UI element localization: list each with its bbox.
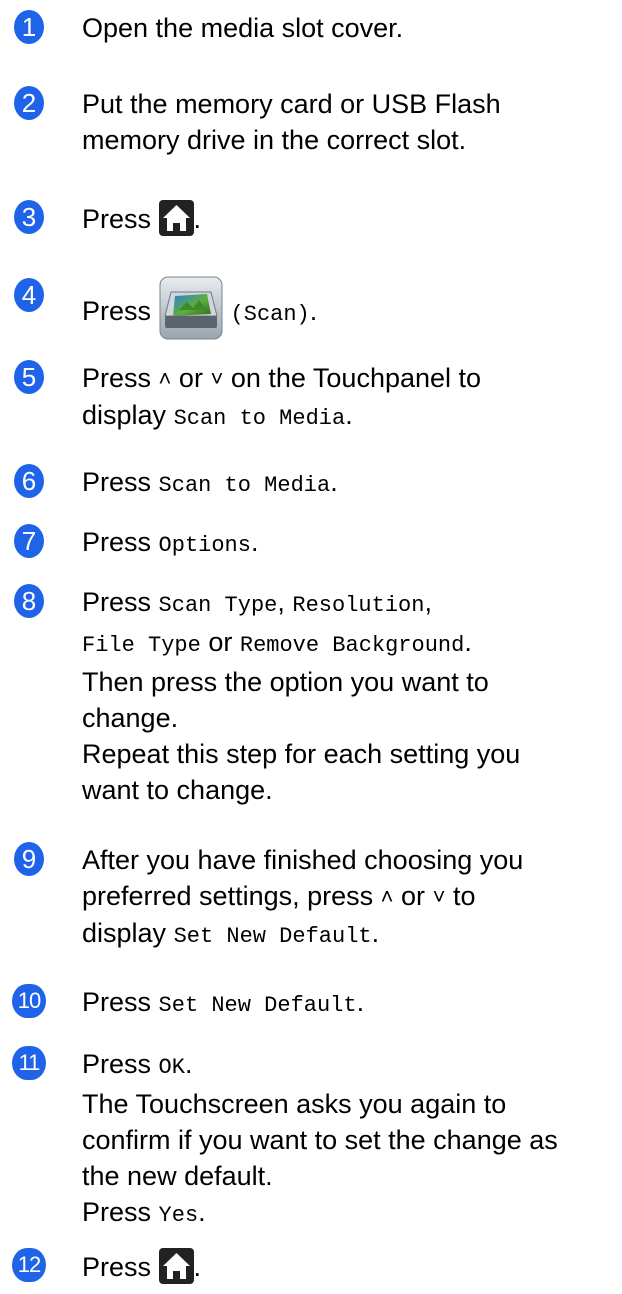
period: . <box>464 627 472 657</box>
step-9: 9 After you have finished choosing you p… <box>0 840 622 960</box>
step-text: Open the media slot cover. <box>82 10 602 46</box>
step-4: 4 Press (Scan). <box>0 258 622 340</box>
press-label: Press <box>82 1049 152 1079</box>
step-11: 11 Press OK. The Touchscreen asks you ag… <box>0 1044 622 1234</box>
step-2: 2 Put the memory card or USB Flash memor… <box>0 84 622 164</box>
scan-icon <box>159 276 223 340</box>
period: . <box>184 1049 193 1079</box>
step-text-line: Put the memory card or USB Flash <box>82 89 501 119</box>
period: . <box>250 527 259 557</box>
step-text-line: Repeat this step for each setting you <box>82 739 521 769</box>
step-text-part: preferred settings, press <box>82 881 374 911</box>
press-label: Press <box>82 987 152 1017</box>
step-text-line: confirm if you want to set the change as <box>82 1125 558 1155</box>
comma: , <box>424 587 432 617</box>
step-8: 8 Press Scan Type, Resolution, File Type… <box>0 582 622 812</box>
step-text: Put the memory card or USB Flash memory … <box>82 86 602 158</box>
step-3: 3 Press . <box>0 196 622 240</box>
home-icon <box>159 1248 194 1284</box>
or-label: or <box>178 363 203 393</box>
press-label: Press <box>82 587 152 617</box>
step-number-badge: 12 <box>12 1248 46 1282</box>
step-text: Press . <box>82 200 602 237</box>
step-5: 5 Press ˄ or ˅ on the Touchpanel to disp… <box>0 358 622 438</box>
home-icon <box>159 200 194 236</box>
step-text-rest: on the Touchpanel to <box>230 363 482 393</box>
options-label: Options <box>158 533 251 558</box>
step-text-line: want to change. <box>82 775 273 805</box>
period: . <box>193 204 202 234</box>
display-label: display <box>82 400 167 430</box>
chevron-up-icon: ˄ <box>380 884 394 909</box>
step-text: Press Options. <box>82 524 602 564</box>
step-text: Press Set New Default. <box>82 984 602 1024</box>
period: . <box>309 296 318 326</box>
step-text: Press Scan to Media. <box>82 464 602 504</box>
period: . <box>193 1252 202 1282</box>
scan-label: (Scan) <box>230 302 310 327</box>
step-number-badge: 1 <box>14 10 44 44</box>
step-7: 7 Press Options. <box>0 522 622 562</box>
step-number-badge: 5 <box>14 360 44 394</box>
step-number-badge: 6 <box>14 464 44 498</box>
period: . <box>345 400 353 430</box>
press-label: Press <box>82 1252 152 1282</box>
step-text-part: to <box>452 881 476 911</box>
chevron-down-icon: ˅ <box>210 366 224 391</box>
press-label: Press <box>82 1197 152 1227</box>
step-text-line: change. <box>82 703 179 733</box>
period: . <box>330 467 338 497</box>
period: . <box>356 987 365 1017</box>
or-label: or <box>401 881 426 911</box>
comma: , <box>277 587 285 617</box>
or-label: or <box>208 627 233 657</box>
step-text: After you have finished choosing you pre… <box>82 842 602 955</box>
step-text-line: Open the media slot cover. <box>82 13 404 43</box>
step-text-line: the new default. <box>82 1161 273 1191</box>
scan-to-media-label: Scan to Media <box>158 473 331 498</box>
ok-label: OK <box>158 1055 185 1080</box>
step-text-line: The Touchscreen asks you again to <box>82 1089 507 1119</box>
step-number-badge: 9 <box>14 842 44 876</box>
remove-background-label: Remove Background <box>239 633 465 658</box>
step-text: Press . <box>82 1248 602 1285</box>
yes-label: Yes <box>158 1203 199 1228</box>
display-label: display <box>82 918 167 948</box>
step-number-badge: 3 <box>14 200 44 234</box>
step-text-line: Then press the option you want to <box>82 667 489 697</box>
press-label: Press <box>82 527 152 557</box>
step-text-line: After you have finished choosing you <box>82 845 524 875</box>
press-label: Press <box>82 363 152 393</box>
step-text: Press OK. The Touchscreen asks you again… <box>82 1046 602 1234</box>
step-10: 10 Press Set New Default. <box>0 982 622 1022</box>
period: . <box>198 1197 206 1227</box>
step-number-badge: 11 <box>12 1046 46 1080</box>
chevron-up-icon: ˄ <box>158 366 172 391</box>
file-type-label: File Type <box>82 633 201 658</box>
scan-to-media-label: Scan to Media <box>173 406 346 431</box>
step-number-badge: 8 <box>14 584 44 618</box>
press-label: Press <box>82 204 152 234</box>
step-text: Press (Scan). <box>82 276 602 340</box>
step-12: 12 Press . <box>0 1244 622 1288</box>
resolution-label: Resolution <box>292 593 425 618</box>
press-label: Press <box>82 296 152 326</box>
set-new-default-label: Set New Default <box>158 993 357 1018</box>
step-number-badge: 10 <box>12 984 46 1018</box>
step-number-badge: 7 <box>14 524 44 558</box>
set-new-default-label: Set New Default <box>173 924 372 949</box>
step-number-badge: 4 <box>14 278 44 312</box>
step-text-line: memory drive in the correct slot. <box>82 125 467 155</box>
step-text: Press Scan Type, Resolution, File Type o… <box>82 584 602 808</box>
step-1: 1 Open the media slot cover. <box>0 8 622 48</box>
step-number-badge: 2 <box>14 86 44 120</box>
press-label: Press <box>82 467 152 497</box>
period: . <box>371 918 380 948</box>
step-6: 6 Press Scan to Media. <box>0 462 622 502</box>
chevron-down-icon: ˅ <box>432 884 446 909</box>
scan-type-label: Scan Type <box>158 593 278 618</box>
step-text: Press ˄ or ˅ on the Touchpanel to displa… <box>82 360 602 437</box>
